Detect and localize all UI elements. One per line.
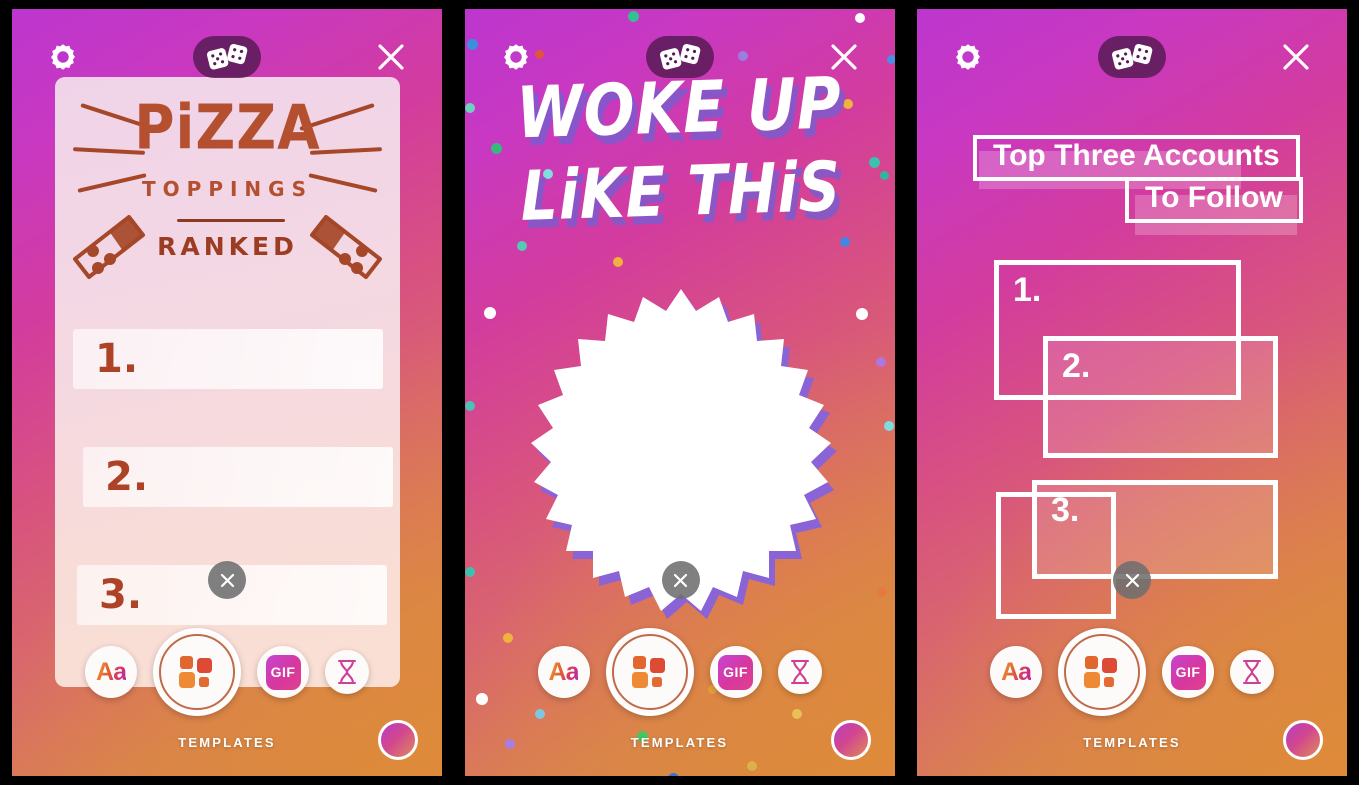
close-icon: [220, 573, 234, 587]
ranked-box[interactable]: 2.: [1043, 336, 1278, 458]
gif-tool-button[interactable]: GIF: [257, 646, 309, 698]
delete-sticker-button[interactable]: [661, 561, 700, 599]
settings-button[interactable]: [493, 34, 539, 80]
delete-sticker-button[interactable]: [208, 561, 246, 599]
top-bar-2: [465, 9, 895, 105]
close-icon: [673, 573, 688, 587]
dice-icon: [206, 44, 248, 70]
close-icon: [1125, 573, 1139, 587]
rank-number: 1.: [95, 336, 139, 382]
timer-tool-button[interactable]: [1230, 650, 1274, 694]
confetti-dot: [612, 257, 623, 267]
gif-tool-label: GIF: [718, 654, 753, 690]
shutter-button[interactable]: [378, 720, 418, 760]
confetti-dot: [876, 587, 887, 597]
settings-button[interactable]: [40, 34, 86, 80]
top-bar-3: [917, 9, 1347, 105]
toolbar-label: TEMPLATES: [630, 735, 729, 750]
confetti-dot: [483, 307, 496, 319]
rank-row[interactable]: 1.: [73, 329, 383, 389]
close-button[interactable]: [368, 34, 414, 80]
ranked-box-number: 1.: [1013, 271, 1042, 309]
templates-tool-button[interactable]: [1058, 628, 1146, 716]
tool-row: Aa GIF: [12, 628, 442, 716]
rank-number: 3.: [99, 572, 143, 618]
story-screen-pizza: PiZZA TOPPINGS RANKED 1. 2. 3. Aa GIF TE…: [12, 9, 442, 776]
story-screen-woke: WOKE UP LiKE THiS Aa GIF TEMPLATES: [464, 9, 895, 776]
headline-line-2: To Follow: [1145, 181, 1283, 214]
confetti-dot: [875, 357, 886, 367]
close-button[interactable]: [1273, 34, 1319, 80]
bottom-toolbar-2: Aa GIF TEMPLATES: [465, 616, 895, 776]
text-tool-button[interactable]: Aa: [85, 646, 137, 698]
timer-tool-button[interactable]: [777, 650, 822, 694]
templates-icon: [631, 656, 665, 688]
templates-icon: [179, 656, 212, 688]
pizza-slice-icon: [310, 215, 382, 279]
bottom-toolbar-1: Aa GIF TEMPLATES: [12, 616, 442, 776]
close-icon: [378, 44, 404, 70]
text-tool-button[interactable]: Aa: [990, 646, 1042, 698]
story-screen-accounts: Top Three Accounts To Follow 1. 2. 3. Aa…: [917, 9, 1347, 776]
confetti-dot: [839, 237, 850, 247]
gear-icon: [956, 44, 980, 70]
shuffle-dice-button[interactable]: [1098, 36, 1166, 78]
bottom-toolbar-3: Aa GIF TEMPLATES: [917, 616, 1347, 776]
pizza-subtitle: TOPPINGS: [142, 177, 313, 201]
templates-icon: [1084, 656, 1117, 688]
screenshot-triptych: PiZZA TOPPINGS RANKED 1. 2. 3. Aa GIF TE…: [0, 0, 1359, 785]
confetti-dot: [516, 241, 527, 251]
gif-tool-button[interactable]: GIF: [709, 646, 762, 698]
tool-row: Aa GIF: [917, 628, 1347, 716]
headline-line-1: Top Three Accounts: [993, 139, 1280, 172]
close-icon: [1283, 44, 1309, 70]
headline-box-1[interactable]: Top Three Accounts: [973, 135, 1300, 181]
gif-tool-label: GIF: [265, 654, 301, 690]
shuffle-dice-button[interactable]: [193, 36, 261, 78]
text-tool-label: Aa: [1001, 657, 1032, 686]
ranked-box-number: 3.: [1051, 491, 1080, 529]
gif-tool-button[interactable]: GIF: [1162, 646, 1214, 698]
gear-icon: [51, 44, 75, 70]
gear-icon: [503, 44, 528, 70]
top-bar-1: [12, 9, 442, 105]
text-tool-label: Aa: [96, 657, 127, 686]
rank-row[interactable]: 2.: [83, 447, 393, 507]
confetti-dot: [883, 421, 894, 431]
pizza-slice-icon: [73, 215, 145, 279]
text-tool-label: Aa: [548, 657, 580, 686]
pizza-card-header: PiZZA TOPPINGS RANKED: [55, 77, 400, 292]
dice-icon: [1111, 44, 1153, 70]
tool-row: Aa GIF: [465, 628, 895, 716]
confetti-dot: [464, 401, 475, 411]
close-button[interactable]: [821, 34, 867, 80]
shuffle-dice-button[interactable]: [645, 36, 714, 78]
hourglass-icon: [1242, 659, 1262, 685]
settings-button[interactable]: [945, 34, 991, 80]
shutter-button[interactable]: [1283, 720, 1323, 760]
headline-box-2[interactable]: To Follow: [1125, 177, 1303, 223]
timer-tool-button[interactable]: [325, 650, 369, 694]
close-icon: [830, 44, 857, 70]
templates-tool-button[interactable]: [153, 628, 241, 716]
ranked-box[interactable]: 3.: [1032, 480, 1278, 579]
hourglass-icon: [790, 659, 809, 685]
text-tool-button[interactable]: Aa: [537, 646, 590, 698]
hourglass-icon: [337, 659, 357, 685]
confetti-dot: [464, 567, 475, 577]
dice-icon: [659, 44, 700, 70]
gif-tool-label: GIF: [1170, 654, 1206, 690]
templates-tool-button[interactable]: [605, 628, 694, 716]
divider-rule: [177, 219, 285, 222]
delete-sticker-button[interactable]: [1113, 561, 1151, 599]
ranked-box-number: 2.: [1062, 347, 1091, 385]
shutter-button[interactable]: [830, 720, 871, 760]
rank-number: 2.: [105, 454, 149, 500]
